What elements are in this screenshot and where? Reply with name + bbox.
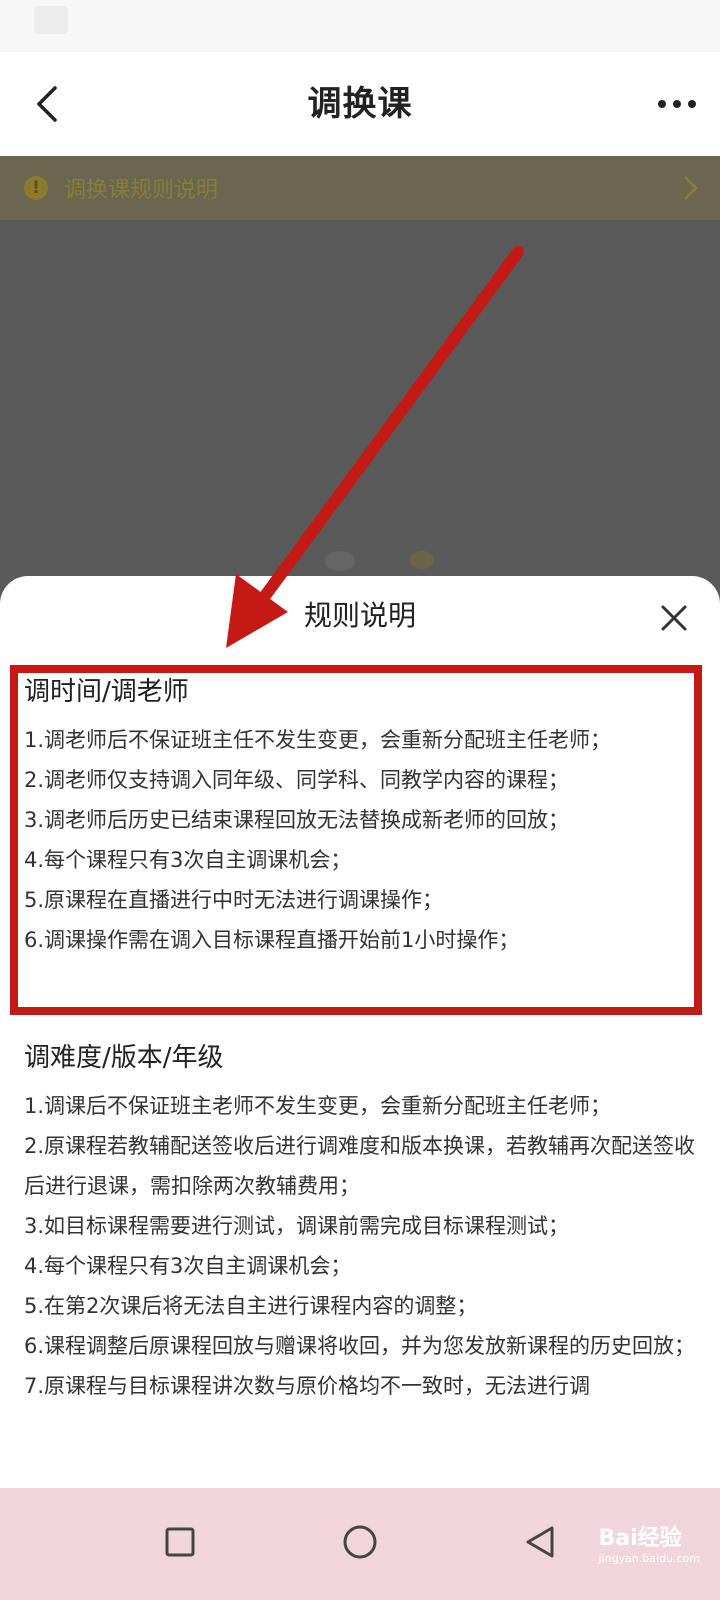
baidu-watermark: Bai经验 jingyan.baidu.com: [598, 1520, 700, 1565]
watermark-brand: Bai经验: [598, 1526, 682, 1551]
circle-icon: [343, 1525, 377, 1559]
close-button[interactable]: [652, 596, 696, 640]
recent-apps-button[interactable]: [148, 1510, 212, 1574]
background-content: [325, 551, 355, 571]
rule-item: 1.调课后不保证班主老师不发生变更，会重新分配班主任老师；: [24, 1094, 612, 1118]
home-button[interactable]: [328, 1510, 392, 1574]
top-nav-bar: 调换课: [0, 52, 720, 156]
annotation-highlight-box: [10, 665, 702, 1015]
status-bar: [0, 0, 720, 52]
system-back-button[interactable]: [508, 1510, 572, 1574]
rule-item: 2.原课程若教辅配送签收后进行调难度和版本换课，若教辅再次配送签收后进行退课，需…: [24, 1134, 696, 1198]
rule-item: 6.课程调整后原课程回放与赠课将收回，并为您发放新课程的历史回放；: [24, 1334, 696, 1358]
more-dots-icon: [658, 100, 696, 108]
dimmed-background[interactable]: ! 调换课规则说明: [0, 156, 720, 626]
status-bar-icon: [34, 6, 68, 34]
chevron-right-icon: [684, 176, 698, 200]
rule-item: 7.原课程与目标课程讲次数与原价格均不一致时，无法进行调: [24, 1374, 591, 1398]
rule-item: 3.如目标课程需要进行测试，调课前需完成目标课程测试；: [24, 1214, 570, 1238]
watermark-url: jingyan.baidu.com: [598, 1552, 700, 1565]
rules-section-difficulty-version: 调难度/版本/年级 1.调课后不保证班主老师不发生变更，会重新分配班主任老师； …: [24, 1038, 696, 1406]
rules-notice-bar[interactable]: ! 调换课规则说明: [0, 156, 720, 220]
sheet-title: 规则说明: [303, 599, 416, 632]
more-button[interactable]: [650, 80, 704, 128]
notice-text: 调换课规则说明: [64, 178, 219, 203]
page-title: 调换课: [307, 84, 413, 124]
square-icon: [165, 1527, 195, 1557]
rule-item: 4.每个课程只有3次自主调课机会；: [24, 1254, 352, 1278]
background-content: [410, 551, 434, 569]
rule-item: 5.在第2次课后将无法自主进行课程内容的调整；: [24, 1294, 478, 1318]
section-heading: 调难度/版本/年级: [24, 1043, 224, 1073]
close-icon: [661, 605, 687, 631]
warning-circle-icon: !: [24, 176, 48, 200]
triangle-back-icon: [526, 1526, 554, 1558]
rule-list: 1.调课后不保证班主老师不发生变更，会重新分配班主任老师； 2.原课程若教辅配送…: [24, 1086, 696, 1406]
